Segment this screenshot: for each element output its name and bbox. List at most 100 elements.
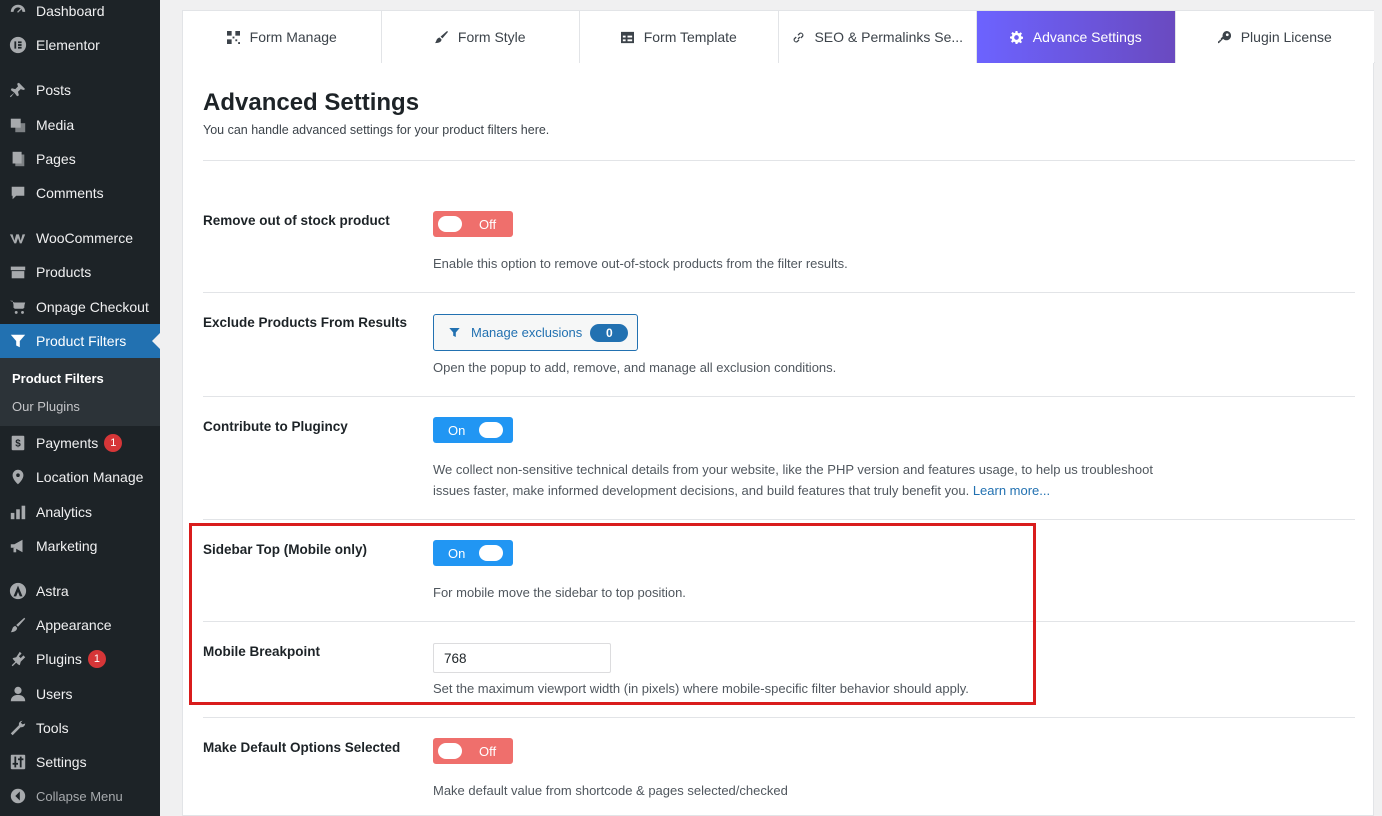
table-icon bbox=[621, 30, 635, 44]
menu-item-dashboard[interactable]: Dashboard bbox=[0, 0, 160, 28]
menu-label: Product Filters bbox=[36, 333, 127, 349]
divider bbox=[203, 717, 1355, 718]
contribute-toggle[interactable]: On bbox=[433, 417, 513, 443]
gear-icon bbox=[1010, 30, 1024, 44]
menu-label: WooCommerce bbox=[36, 230, 133, 246]
collapse-menu-button[interactable]: Collapse Menu bbox=[0, 779, 160, 813]
toggle-knob bbox=[438, 743, 462, 759]
menu-item-analytics[interactable]: Analytics bbox=[0, 495, 160, 529]
menu-label: Products bbox=[36, 264, 92, 280]
svg-text:$: $ bbox=[15, 439, 21, 450]
menu-label: Appearance bbox=[36, 617, 112, 633]
menu-item-onpage-checkout[interactable]: Onpage Checkout bbox=[0, 290, 160, 324]
setting-desc-sidebar-top: For mobile move the sidebar to top posit… bbox=[433, 585, 686, 600]
toggle-knob bbox=[479, 422, 503, 438]
menu-item-settings[interactable]: Settings bbox=[0, 745, 160, 779]
setting-desc-remove-oos: Enable this option to remove out-of-stoc… bbox=[433, 256, 848, 271]
settings-panel: Form Manage Form Style Form Template SEO… bbox=[182, 10, 1375, 816]
toggle-state: On bbox=[448, 422, 466, 438]
tab-label: Plugin License bbox=[1240, 29, 1332, 45]
remove-oos-toggle[interactable]: Off bbox=[433, 211, 513, 237]
menu-item-marketing[interactable]: Marketing bbox=[0, 529, 160, 563]
menu-item-payments[interactable]: $ Payments 1 bbox=[0, 426, 160, 460]
divider bbox=[203, 292, 1355, 293]
woocommerce-icon bbox=[8, 228, 28, 248]
toggle-state: On bbox=[448, 545, 466, 561]
default-selected-toggle[interactable]: Off bbox=[433, 738, 513, 764]
settings-sliders-icon bbox=[8, 752, 28, 772]
setting-label-remove-oos: Remove out of stock product bbox=[203, 213, 390, 228]
notification-badge: 1 bbox=[104, 434, 123, 452]
menu-item-product-filters[interactable]: Product Filters bbox=[0, 324, 160, 358]
menu-label: Tools bbox=[36, 720, 69, 736]
setting-label-sidebar-top: Sidebar Top (Mobile only) bbox=[203, 542, 367, 557]
analytics-icon bbox=[8, 502, 28, 522]
contribute-desc-line1: We collect non-sensitive technical detai… bbox=[433, 462, 1153, 477]
setting-label-default-selected: Make Default Options Selected bbox=[203, 740, 401, 755]
admin-sidebar: Dashboard Elementor Posts Media Pages Co… bbox=[0, 0, 160, 816]
menu-item-appearance[interactable]: Appearance bbox=[0, 608, 160, 642]
pin-icon bbox=[8, 80, 28, 100]
menu-item-products[interactable]: Products bbox=[0, 255, 160, 289]
menu-label: Location Manage bbox=[36, 469, 144, 485]
divider bbox=[203, 396, 1355, 397]
tab-label: SEO & Permalinks Se... bbox=[814, 29, 964, 45]
learn-more-link[interactable]: Learn more... bbox=[973, 483, 1050, 498]
tab-label: Form Template bbox=[643, 29, 737, 45]
manage-exclusions-button[interactable]: Manage exclusions 0 bbox=[433, 314, 638, 351]
menu-label: Onpage Checkout bbox=[36, 299, 149, 315]
menu-label: Elementor bbox=[36, 37, 100, 53]
elementor-icon bbox=[8, 35, 28, 55]
page-title: Advanced Settings bbox=[203, 89, 420, 116]
menu-label: Analytics bbox=[36, 504, 93, 520]
menu-label: Comments bbox=[36, 185, 104, 201]
divider bbox=[203, 621, 1355, 622]
setting-desc-default-selected: Make default value from shortcode & page… bbox=[433, 783, 788, 798]
menu-label: Pages bbox=[36, 151, 76, 167]
menu-item-woocommerce[interactable]: WooCommerce bbox=[0, 221, 160, 255]
cart-icon bbox=[8, 297, 28, 317]
qr-grid-icon bbox=[227, 30, 241, 44]
media-icon bbox=[8, 115, 28, 135]
menu-item-tools[interactable]: Tools bbox=[0, 711, 160, 745]
sidebar-top-toggle[interactable]: On bbox=[433, 540, 513, 566]
key-icon bbox=[1218, 30, 1232, 44]
menu-item-users[interactable]: Users bbox=[0, 677, 160, 711]
menu-item-pages[interactable]: Pages bbox=[0, 142, 160, 176]
menu-label: Plugins bbox=[36, 651, 82, 667]
wrench-icon bbox=[8, 718, 28, 738]
menu-item-plugins[interactable]: Plugins 1 bbox=[0, 642, 160, 676]
tab-plugin-license[interactable]: Plugin License bbox=[1175, 11, 1374, 63]
menu-label: Payments bbox=[36, 435, 99, 451]
filter-icon bbox=[8, 331, 28, 351]
tab-bar: Form Manage Form Style Form Template SEO… bbox=[183, 11, 1375, 63]
tab-seo-permalinks[interactable]: SEO & Permalinks Se... bbox=[778, 11, 977, 63]
mobile-breakpoint-input[interactable] bbox=[433, 643, 611, 673]
setting-desc-exclude-products: Open the popup to add, remove, and manag… bbox=[433, 360, 837, 375]
menu-label: Settings bbox=[36, 754, 87, 770]
menu-item-media[interactable]: Media bbox=[0, 108, 160, 142]
toggle-state: Off bbox=[479, 216, 497, 232]
page-subtitle: You can handle advanced settings for you… bbox=[203, 123, 550, 137]
tab-form-manage[interactable]: Form Manage bbox=[183, 11, 382, 63]
menu-item-astra[interactable]: Astra bbox=[0, 574, 160, 608]
tab-form-template[interactable]: Form Template bbox=[580, 11, 779, 63]
menu-item-elementor[interactable]: Elementor bbox=[0, 28, 160, 62]
payments-icon: $ bbox=[8, 433, 28, 453]
setting-desc-contribute: We collect non-sensitive technical detai… bbox=[433, 459, 1223, 501]
plugin-icon bbox=[8, 649, 28, 669]
menu-item-location-manage[interactable]: Location Manage bbox=[0, 460, 160, 494]
submenu-item-our-plugins[interactable]: Our Plugins bbox=[12, 399, 80, 414]
pages-icon bbox=[8, 149, 28, 169]
tab-form-style[interactable]: Form Style bbox=[381, 11, 580, 63]
tab-advance-settings[interactable]: Advance Settings bbox=[977, 11, 1176, 63]
menu-item-comments[interactable]: Comments bbox=[0, 176, 160, 210]
toggle-state: Off bbox=[479, 743, 497, 759]
contribute-desc-line2: issues faster, make informed development… bbox=[433, 483, 970, 498]
setting-label-exclude-products: Exclude Products From Results bbox=[203, 315, 408, 330]
user-icon bbox=[8, 684, 28, 704]
menu-item-posts[interactable]: Posts bbox=[0, 73, 160, 107]
menu-label: Marketing bbox=[36, 538, 98, 554]
divider bbox=[203, 519, 1355, 520]
submenu-item-product-filters[interactable]: Product Filters bbox=[12, 371, 104, 386]
